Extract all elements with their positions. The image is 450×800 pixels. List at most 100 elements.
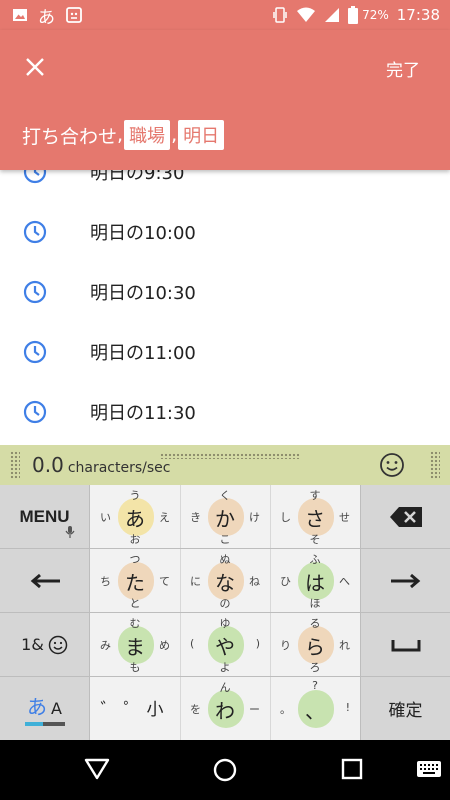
microphone-icon xyxy=(65,526,75,538)
menu-key[interactable]: MENU xyxy=(0,485,89,548)
backspace-key[interactable] xyxy=(361,485,450,548)
key-flick-down: よ xyxy=(219,661,231,674)
suggestion-item[interactable]: 明日の11:30 xyxy=(0,382,450,442)
query-separator: , xyxy=(171,124,178,146)
key-flick-right: け xyxy=(249,511,260,524)
key-flick-down: お xyxy=(129,533,141,546)
android-notification-icon xyxy=(65,6,83,24)
suggestion-text: 明日の10:30 xyxy=(90,283,196,304)
key-main-char: ゛゜小 xyxy=(100,700,170,720)
suggestion-item[interactable]: 明日の9:30 xyxy=(0,170,450,202)
smiley-icon xyxy=(48,635,68,654)
chip-workplace[interactable]: 職場 xyxy=(124,120,171,150)
key-flick-down: の xyxy=(219,597,231,610)
suggestion-item[interactable]: 明日の11:00 xyxy=(0,322,450,382)
suggestion-item[interactable]: 明日の10:00 xyxy=(0,202,450,262)
key-flick-left: ( xyxy=(190,637,195,650)
back-button[interactable] xyxy=(84,758,110,784)
key-flick-down: こ xyxy=(219,533,231,546)
kana-key[interactable]: わんをー xyxy=(180,677,270,740)
key-flick-up: う xyxy=(129,489,141,502)
speed-unit: characters/sec xyxy=(67,460,171,476)
done-button[interactable]: 完了 xyxy=(386,56,420,81)
key-flick-down: そ xyxy=(309,533,321,546)
key-flick-left: り xyxy=(280,639,291,652)
confirm-key[interactable]: 確定 xyxy=(361,677,450,740)
key-flick-left: き xyxy=(190,511,201,524)
recents-square-icon xyxy=(341,758,363,780)
key-flick-up: く xyxy=(219,489,231,502)
key-flick-left: ち xyxy=(100,575,111,588)
close-button[interactable] xyxy=(18,50,52,84)
battery-icon xyxy=(348,6,359,24)
kana-key[interactable]: まむみめも xyxy=(90,613,180,676)
kana-key[interactable]: 、?。! xyxy=(270,677,360,740)
suggestion-list: 明日の9:30 明日の10:00 明日の10:30 明日の11:00 明日の11… xyxy=(0,170,450,445)
kana-key[interactable]: はふひへほ xyxy=(270,549,360,612)
signal-icon xyxy=(324,7,340,23)
image-notification-icon xyxy=(12,7,28,23)
vibrate-icon xyxy=(272,6,288,24)
key-flick-right: え xyxy=(159,511,170,524)
alpha-mode-label: A xyxy=(51,699,62,718)
keyboard-switch-button[interactable] xyxy=(416,760,442,782)
input-mode-key[interactable]: あ A xyxy=(0,677,89,740)
kana-key[interactable]: たつちてと xyxy=(90,549,180,612)
kana-key[interactable]: かくきけこ xyxy=(180,485,270,548)
key-flick-down: ろ xyxy=(309,661,321,674)
key-flick-up: ん xyxy=(219,681,231,694)
flick-keyboard: MENU 1& あ A 確定 あういえおかくきけこさすしせそたつちてとなぬにねの… xyxy=(0,485,450,740)
home-button[interactable] xyxy=(213,758,237,786)
drag-handle-right[interactable] xyxy=(430,451,440,479)
kana-key[interactable]: さすしせそ xyxy=(270,485,360,548)
wifi-icon xyxy=(296,7,316,23)
clock-icon xyxy=(23,220,47,244)
kana-key[interactable]: なぬにねの xyxy=(180,549,270,612)
key-flick-right: せ xyxy=(339,511,350,524)
key-flick-up: る xyxy=(309,617,321,630)
key-flick-up: む xyxy=(129,617,141,630)
key-flick-down: と xyxy=(129,597,141,610)
clock-icon xyxy=(23,280,47,304)
search-header: 完了 打ち合わせ , 職場 , 明日 xyxy=(0,30,450,170)
key-flick-right: へ xyxy=(339,575,350,588)
query-separator: , xyxy=(117,124,124,146)
key-flick-up: ぬ xyxy=(219,553,231,566)
confirm-label: 確定 xyxy=(388,701,423,721)
clock-icon xyxy=(23,170,47,184)
query-text[interactable]: 打ち合わせ , 職場 , 明日 xyxy=(22,120,225,150)
space-key[interactable] xyxy=(361,613,450,676)
drag-handle-top[interactable] xyxy=(160,453,300,459)
key-flick-down: ほ xyxy=(309,597,321,610)
suggestion-text: 明日の10:00 xyxy=(90,223,196,244)
kana-key[interactable]: ゛゜小 xyxy=(90,677,180,740)
chip-tomorrow[interactable]: 明日 xyxy=(178,120,225,150)
key-flick-up: ふ xyxy=(309,553,321,566)
clock-time: 17:38 xyxy=(396,6,440,24)
cursor-right-key[interactable] xyxy=(361,549,450,612)
cursor-left-key[interactable] xyxy=(0,549,89,612)
emoji-button[interactable] xyxy=(372,452,412,478)
mode-indicator xyxy=(24,722,65,726)
arrow-right-icon xyxy=(390,573,420,588)
key-flick-right: ) xyxy=(255,637,260,650)
kana-key[interactable]: あういえお xyxy=(90,485,180,548)
recents-button[interactable] xyxy=(341,758,363,784)
symbols-key[interactable]: 1& xyxy=(0,613,89,676)
smiley-icon xyxy=(380,453,404,477)
key-flick-left: い xyxy=(100,511,111,524)
battery-percent: 72% xyxy=(362,8,389,22)
symbols-label: 1& xyxy=(21,635,44,654)
kana-key[interactable]: らるりれろ xyxy=(270,613,360,676)
suggestion-item[interactable]: 明日の10:30 xyxy=(0,262,450,322)
kana-key[interactable]: やゆ() よ xyxy=(180,613,270,676)
keyboard-info-bar: 0.0 characters/sec xyxy=(0,445,450,485)
suggestion-text: 明日の11:00 xyxy=(90,343,196,364)
key-flick-up: す xyxy=(309,489,321,502)
home-circle-icon xyxy=(213,758,237,782)
backspace-icon xyxy=(389,506,422,527)
drag-handle-left[interactable] xyxy=(10,451,20,479)
ime-notification-icon: あ xyxy=(38,7,55,28)
key-flick-left: 。 xyxy=(280,703,291,716)
arrow-left-icon xyxy=(30,573,60,588)
